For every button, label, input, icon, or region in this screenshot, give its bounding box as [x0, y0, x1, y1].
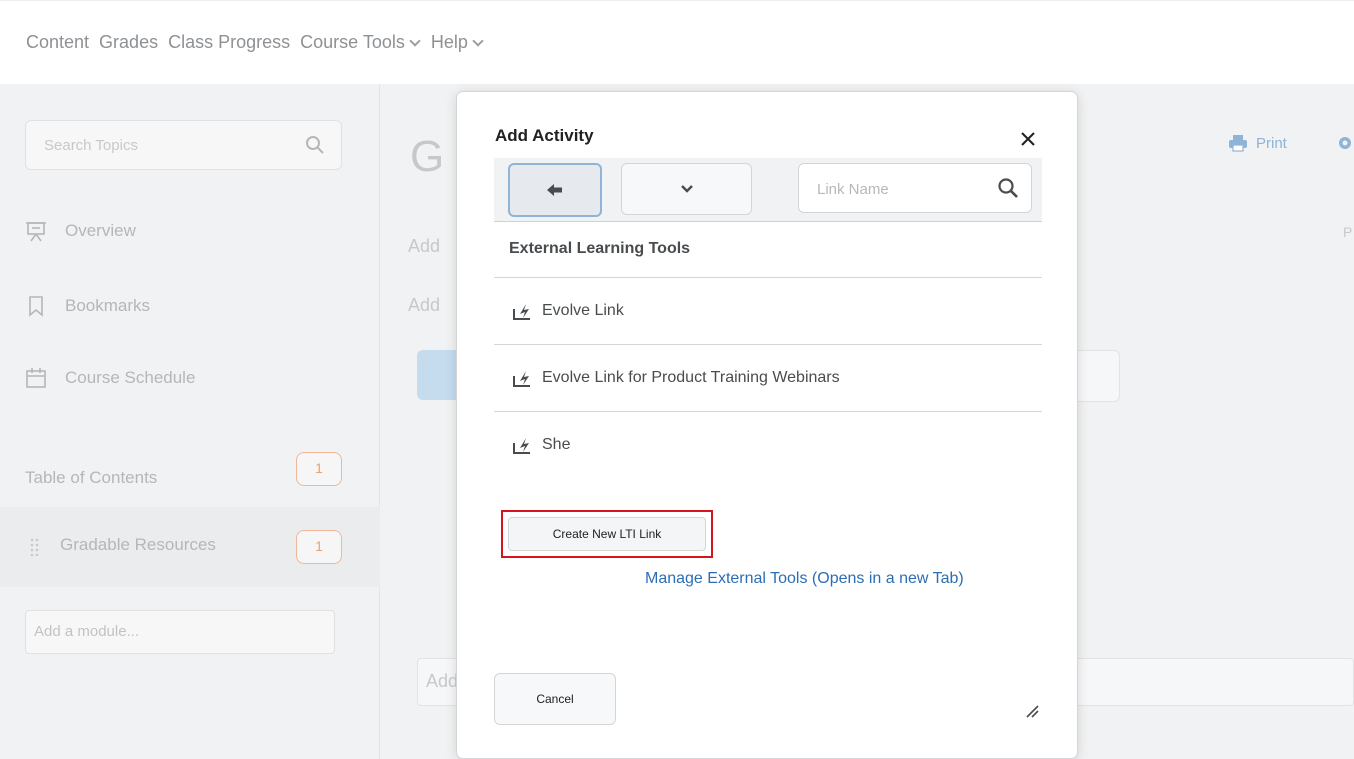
top-navigation: Content Grades Class Progress Course Too… — [0, 0, 1354, 84]
back-button[interactable] — [508, 163, 602, 217]
lti-tool-icon — [513, 304, 530, 320]
link-name-search — [798, 163, 1032, 213]
right-edge-text: P — [1343, 224, 1353, 240]
toc-count-badge: 1 — [296, 452, 342, 486]
search-icon[interactable] — [997, 177, 1019, 199]
add-module-input[interactable]: Add a module... — [25, 610, 335, 654]
presentation-icon — [26, 222, 46, 242]
nav-help[interactable]: Help — [431, 32, 484, 53]
gear-icon[interactable] — [1336, 134, 1354, 152]
search-topics-input[interactable]: Search Topics — [25, 120, 342, 170]
close-icon[interactable] — [1017, 128, 1039, 150]
manage-external-tools-link[interactable]: Manage External Tools (Opens in a new Ta… — [645, 570, 964, 588]
table-of-contents-label[interactable]: Table of Contents — [25, 468, 157, 488]
chevron-down-icon — [472, 35, 484, 47]
lti-tool-icon — [513, 371, 530, 387]
resize-handle-icon[interactable] — [1023, 702, 1039, 718]
create-new-lti-link-button[interactable]: Create New LTI Link — [508, 517, 706, 551]
nav-course-tools[interactable]: Course Tools — [300, 32, 421, 53]
nav-class-progress[interactable]: Class Progress — [168, 32, 290, 53]
drag-handle-icon[interactable] — [30, 538, 40, 556]
tools-list: Evolve Link Evolve Link for Product Trai… — [494, 277, 1042, 478]
chevron-down-icon — [409, 35, 421, 47]
nav-grades[interactable]: Grades — [99, 32, 158, 53]
category-dropdown-button[interactable] — [621, 163, 752, 215]
sidebar-item-overview[interactable]: Overview — [25, 220, 136, 242]
print-button[interactable]: Print — [1228, 134, 1287, 152]
sidebar-item-gradable-resources[interactable]: Gradable Resources 1 — [0, 507, 380, 587]
arrow-left-icon — [547, 184, 562, 196]
add-text-1: Add — [408, 236, 441, 256]
printer-icon — [1229, 135, 1247, 152]
chevron-down-icon — [680, 185, 693, 193]
list-item-evolve-link[interactable]: Evolve Link — [494, 277, 1042, 344]
bookmark-icon — [29, 296, 43, 317]
sidebar: Search Topics Overview Bookmarks Course … — [0, 84, 380, 759]
list-item-evolve-link-webinars[interactable]: Evolve Link for Product Training Webinar… — [494, 344, 1042, 411]
page-title: G — [410, 132, 445, 181]
dialog-toolbar — [494, 158, 1042, 222]
search-icon — [306, 136, 324, 154]
section-heading: External Learning Tools — [509, 240, 691, 257]
lti-tool-icon — [513, 438, 530, 454]
list-item-she[interactable]: She — [494, 411, 1042, 478]
calendar-icon — [26, 368, 46, 388]
add-activity-dialog: Add Activity External Learning Tools Evo… — [456, 91, 1078, 759]
sidebar-item-bookmarks[interactable]: Bookmarks — [25, 295, 150, 317]
sidebar-item-course-schedule[interactable]: Course Schedule — [25, 367, 195, 389]
link-name-input[interactable] — [817, 176, 967, 202]
module-count-badge: 1 — [296, 530, 342, 564]
cancel-button[interactable]: Cancel — [494, 673, 616, 725]
add-text-2: Add — [408, 295, 441, 315]
module-label: Gradable Resources — [60, 535, 216, 554]
nav-content[interactable]: Content — [26, 32, 89, 53]
highlight-box: Create New LTI Link — [501, 510, 713, 558]
dialog-title: Add Activity — [495, 126, 594, 145]
